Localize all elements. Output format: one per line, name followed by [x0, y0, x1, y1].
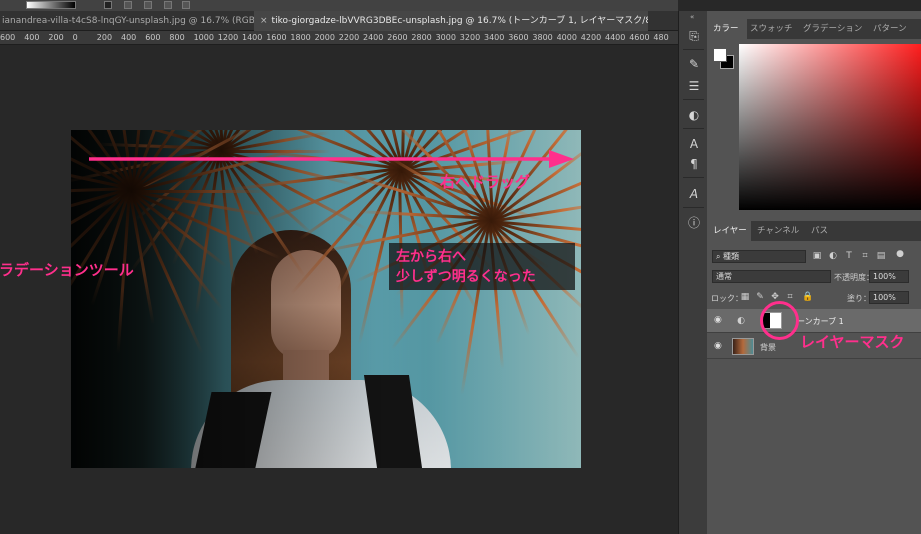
tab-gradients[interactable]: グラデーション	[803, 19, 869, 39]
layer-name: ーンカーブ 1	[797, 317, 844, 326]
adjustment-layer-icon: ◐	[737, 316, 745, 326]
layer-row-curves[interactable]: ◉ ◐ ーンカーブ 1	[707, 309, 921, 333]
visibility-eye-icon[interactable]: ◉	[714, 341, 722, 351]
ruler-tick: 400	[121, 33, 137, 42]
tab-color[interactable]: カラー	[707, 19, 747, 39]
ruler-tick: 3200	[459, 33, 481, 42]
annotation-drag-right: 右へドラッグ	[440, 173, 531, 191]
color-picker-field[interactable]	[739, 44, 921, 210]
gradient-preview[interactable]	[26, 1, 76, 9]
gradient-type-icon[interactable]	[104, 1, 112, 9]
lock-paint-icon[interactable]: ✎	[755, 292, 765, 302]
glyph-A-icon[interactable]: A	[685, 186, 703, 202]
ruler-tick: 3000	[435, 33, 456, 42]
layers-panel-tabs: レイヤー チャンネル パス	[707, 221, 921, 241]
visibility-eye-icon[interactable]: ◉	[714, 315, 722, 325]
tab-label: tiko-giorgadze-lbVVRG3DBEc-unsplash.jpg …	[271, 16, 648, 26]
smart-object-filter-icon[interactable]: ▤	[876, 251, 886, 261]
tab-swatches[interactable]: スウォッチ	[750, 19, 800, 39]
ruler-tick: 3400	[484, 33, 505, 42]
annotation-layer-mask: レイヤーマスク	[800, 333, 905, 351]
tab-label: ianandrea-villa-t4cS8-lnqGY-unsplash.jpg…	[2, 16, 254, 26]
brush-icon[interactable]: ✎	[685, 56, 703, 72]
tab-document-2[interactable]: × tiko-giorgadze-lbVVRG3DBEc-unsplash.jpg…	[254, 11, 648, 31]
annotation-note-box: 左から右へ 少しずつ明るくなった	[389, 243, 575, 290]
ruler-tick: 1800	[290, 33, 311, 42]
layer-filter-row: ⌕ 種類 ▣ ◐ T ⌗ ▤ ●	[707, 249, 921, 265]
ruler-tick: 480	[653, 33, 669, 42]
annotation-note-line2: 少しずつ明るくなった	[396, 269, 536, 285]
ruler-tick: 2200	[338, 33, 360, 42]
lock-transparent-icon[interactable]: ▦	[740, 292, 750, 302]
ruler-tick: 400	[24, 33, 40, 42]
text-A-icon[interactable]: A	[685, 136, 703, 152]
ruler-tick: 4600	[629, 33, 650, 42]
ruler-tick: 4000	[556, 33, 577, 42]
opacity-label: 不透明度：	[834, 273, 874, 282]
ruler-tick: 4200	[580, 33, 602, 42]
ruler-tick: 2400	[363, 33, 384, 42]
lock-label: ロック：	[711, 294, 743, 303]
adjustment-filter-icon[interactable]: ◐	[828, 251, 838, 261]
ruler-tick: 600	[0, 33, 16, 42]
document-tabs: ianandrea-villa-t4cS8-lnqGY-unsplash.jpg…	[0, 11, 678, 31]
blend-opacity-row: 通常 不透明度： 100%	[707, 269, 921, 285]
lock-fill-row: ロック： ▦ ✎ ✥ ⌗ 🔒 塗り： 100%	[707, 290, 921, 306]
layer-filter-kind[interactable]: ⌕ 種類	[712, 250, 806, 263]
tab-paths[interactable]: パス	[811, 221, 841, 241]
tab-document-1[interactable]: ianandrea-villa-t4cS8-lnqGY-unsplash.jpg…	[0, 11, 254, 31]
opacity-field[interactable]: 100%	[869, 270, 909, 283]
filter-toggle-icon[interactable]: ●	[895, 249, 905, 259]
lock-artboard-icon[interactable]: ⌗	[785, 292, 795, 302]
eraser-icon[interactable]: ◐	[685, 107, 703, 123]
ruler-tick: 200	[96, 33, 113, 42]
ruler-tick: 1000	[193, 33, 214, 42]
blend-mode-select[interactable]: 通常	[712, 270, 831, 283]
layer-name: 背景	[760, 343, 776, 352]
annotation-gradient-tool: ラデーションツール	[0, 261, 134, 279]
pixel-filter-icon[interactable]: ▣	[812, 251, 822, 261]
shape-filter-icon[interactable]: ⌗	[860, 251, 870, 261]
horizontal-ruler: 600 400 200 0 200 400 600 800 1000 1200 1400 1600 18…	[0, 31, 678, 45]
ruler-tick: 3800	[532, 33, 553, 42]
search-icon: ⌕	[716, 252, 724, 261]
fill-label: 塗り：	[847, 294, 871, 303]
foreground-color-swatch[interactable]	[713, 48, 727, 62]
sliders-icon[interactable]: ☰	[685, 78, 703, 94]
ruler-tick: 200	[48, 33, 64, 42]
angle-gradient-icon[interactable]	[164, 1, 172, 9]
tab-channels[interactable]: チャンネル	[757, 221, 807, 241]
fill-field[interactable]: 100%	[869, 291, 909, 304]
collapse-chevron-icon[interactable]: «	[690, 13, 694, 21]
ruler-tick: 1200	[217, 33, 239, 42]
ruler-tick: 2000	[314, 33, 335, 42]
ruler-tick: 1400	[242, 33, 263, 42]
close-icon[interactable]: ×	[260, 16, 268, 26]
ruler-tick: 4400	[605, 33, 626, 42]
lock-all-icon[interactable]: 🔒	[802, 292, 813, 302]
ruler-tick: 600	[145, 33, 161, 42]
ruler-tick: 2800	[411, 33, 432, 42]
options-bar	[0, 0, 678, 11]
annotation-highlight-circle	[760, 301, 799, 340]
annotation-note-line1: 左から右へ	[396, 249, 466, 265]
layer-thumbnail	[732, 338, 754, 355]
tab-layers[interactable]: レイヤー	[707, 221, 751, 241]
ruler-tick: 0	[72, 33, 78, 42]
linear-gradient-icon[interactable]	[124, 1, 132, 9]
right-tool-strip: « ⎘ ✎ ☰ ◐ A ¶ A ⓘ	[678, 11, 707, 534]
fg-bg-swatch[interactable]	[713, 48, 735, 70]
paragraph-icon[interactable]: ¶	[685, 156, 703, 172]
color-panel-tabs: カラー スウォッチ グラデーション パターン	[707, 19, 921, 39]
stamp-icon[interactable]: ⎘	[685, 28, 703, 44]
type-filter-icon[interactable]: T	[844, 251, 854, 261]
reflected-gradient-icon[interactable]	[182, 1, 190, 9]
ruler-tick: 1600	[266, 33, 287, 42]
radial-gradient-icon[interactable]	[144, 1, 152, 9]
ruler-tick: 800	[169, 33, 185, 42]
tab-patterns[interactable]: パターン	[873, 19, 919, 39]
ruler-tick: 3600	[508, 33, 529, 42]
ruler-tick: 2600	[387, 33, 408, 42]
info-icon[interactable]: ⓘ	[685, 215, 703, 231]
